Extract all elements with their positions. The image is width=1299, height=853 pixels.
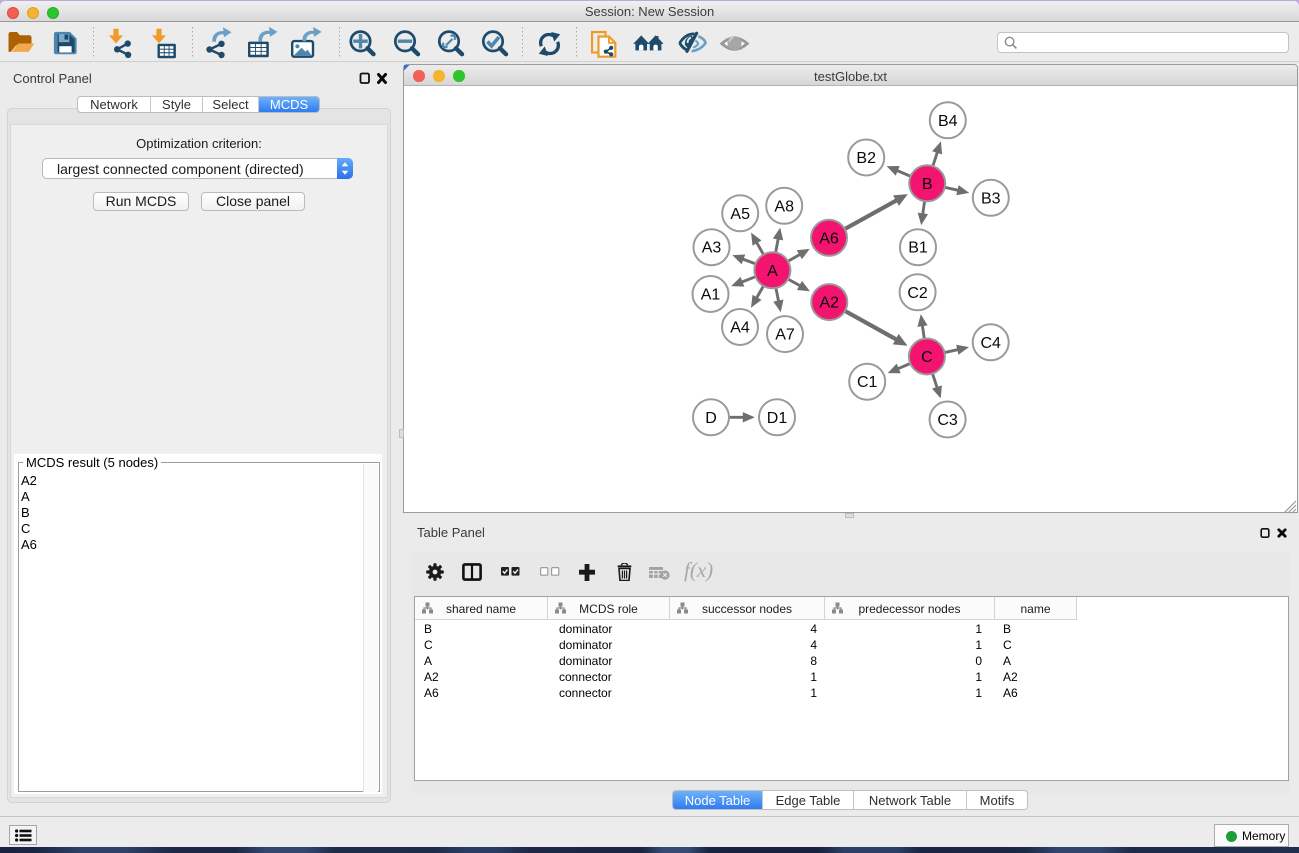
svg-text:A3: A3 [702,240,722,257]
svg-text:A2: A2 [820,295,840,312]
svg-text:C1: C1 [857,374,878,391]
svg-text:B3: B3 [981,190,1001,207]
svg-text:A: A [767,263,778,280]
svg-text:A5: A5 [730,206,750,223]
svg-text:C4: C4 [980,335,1001,352]
svg-text:C3: C3 [937,412,958,429]
svg-text:B4: B4 [938,113,958,130]
svg-text:A7: A7 [775,327,795,344]
svg-text:B2: B2 [856,150,876,167]
svg-text:B: B [922,176,933,193]
svg-text:A8: A8 [774,198,794,215]
svg-text:A4: A4 [730,320,750,337]
svg-text:A1: A1 [701,287,721,304]
svg-text:D1: D1 [767,410,788,427]
svg-text:B1: B1 [908,240,928,257]
svg-text:C: C [921,349,933,366]
svg-text:D: D [705,410,717,427]
svg-text:C2: C2 [907,285,928,302]
svg-text:A6: A6 [819,230,839,247]
